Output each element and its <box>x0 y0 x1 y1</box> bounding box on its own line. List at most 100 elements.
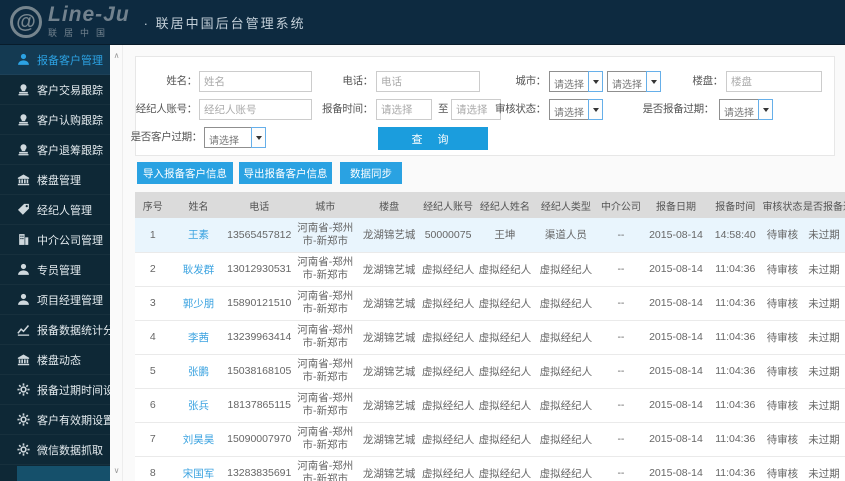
table-cell: 7 <box>135 422 171 457</box>
sidebar-item-8[interactable]: 专员管理 <box>0 255 110 285</box>
sidebar-item-13[interactable]: 客户有效期设置 <box>0 405 114 435</box>
table-cell: 18137865115 <box>226 388 292 423</box>
sidebar-item-12[interactable]: 报备过期时间设置 <box>0 375 125 405</box>
logo-brand-text: Line-Ju <box>48 3 130 26</box>
column-header: 经纪人姓名 <box>476 192 534 218</box>
phone-label: 电话： <box>342 75 373 87</box>
city-select[interactable]: 请选择 <box>607 71 661 92</box>
sidebar-item-3[interactable]: 客户认购跟踪 <box>0 105 110 135</box>
sidebar-item-4[interactable]: 客户退筹跟踪 <box>0 135 110 165</box>
sidebar-item-2[interactable]: 客户交易跟踪 <box>0 75 110 105</box>
table-cell: 未过期 <box>803 320 845 355</box>
customer-name-link[interactable]: 郭少朋 <box>170 286 227 321</box>
sidebar-scrollbar[interactable]: ∧ ∨ <box>110 45 123 481</box>
sidebar-item-14[interactable]: 微信数据抓取 <box>0 435 110 465</box>
table-cell: 河南省-郑州市-新郑市 <box>291 320 359 355</box>
customer-name-link[interactable]: 张鹏 <box>170 354 227 389</box>
sidebar-item-label: 楼盘管理 <box>37 174 81 187</box>
sidebar-item-11[interactable]: 楼盘动态 <box>0 345 110 375</box>
table-cell: 龙湖锦艺城 <box>358 388 420 423</box>
import-customers-button[interactable]: 导入报备客户信息 <box>137 162 233 184</box>
table-cell: 2015-08-14 <box>643 286 709 321</box>
table-cell: 龙湖锦艺城 <box>358 320 420 355</box>
gear-icon <box>17 383 30 396</box>
table-cell: 虚拟经纪人 <box>533 286 599 321</box>
table-cell: 15038168105 <box>226 354 292 389</box>
table-cell: 11:04:36 <box>708 354 762 389</box>
table-cell: 虚拟经纪人 <box>419 252 477 287</box>
customer-name-link[interactable]: 刘昊昊 <box>170 422 227 457</box>
customer-name-link[interactable]: 宋国军 <box>170 456 227 481</box>
chevron-down-icon[interactable] <box>588 71 603 92</box>
building-input[interactable] <box>726 71 822 92</box>
city-province-select[interactable]: 请选择 <box>549 71 603 92</box>
column-header: 审核状态 <box>761 192 804 218</box>
table-cell: 虚拟经纪人 <box>533 320 599 355</box>
table-cell: 虚拟经纪人 <box>419 286 477 321</box>
sidebar-item-label: 客户交易跟踪 <box>37 84 103 97</box>
audit-status-select[interactable]: 请选择 <box>549 99 603 120</box>
at-logo-icon: @ <box>10 6 42 38</box>
gear-icon <box>17 413 30 426</box>
table-row[interactable]: 8 宋国军 13283835691 河南省-郑州市-新郑市 龙湖锦艺城 虚拟经纪人 虚拟经纪… <box>135 456 845 481</box>
export-customers-button[interactable]: 导出报备客户信息 <box>239 162 332 184</box>
table-cell: 5 <box>135 354 171 389</box>
sidebar-item-label: 客户退筹跟踪 <box>37 144 103 157</box>
name-input[interactable] <box>199 71 312 92</box>
date-to-label: 至 <box>438 103 449 115</box>
table-cell: 虚拟经纪人 <box>419 320 477 355</box>
report-expired-select[interactable]: 请选择 <box>719 99 773 120</box>
gear-icon <box>17 443 30 456</box>
table-row[interactable]: 4 李茜 13239963414 河南省-郑州市-新郑市 龙湖锦艺城 虚拟经纪人 虚拟经纪人… <box>135 320 845 355</box>
table-cell: -- <box>598 218 644 253</box>
sidebar-item-1[interactable]: 报备客户管理 <box>0 45 110 75</box>
chevron-down-icon[interactable] <box>588 99 603 120</box>
table-row[interactable]: 1 王素 13565457812 河南省-郑州市-新郑市 龙湖锦艺城 50000075 王坤… <box>135 218 845 253</box>
table-row[interactable]: 7 刘昊昊 15090007970 河南省-郑州市-新郑市 龙湖锦艺城 虚拟经纪人 虚拟经纪… <box>135 422 845 457</box>
table-row[interactable]: 6 张兵 18137865115 河南省-郑州市-新郑市 龙湖锦艺城 虚拟经纪人 虚拟经纪人… <box>135 388 845 423</box>
scroll-up-icon[interactable]: ∧ <box>110 51 123 60</box>
customer-name-link[interactable]: 耿发群 <box>170 252 227 287</box>
chevron-down-icon[interactable] <box>758 99 773 120</box>
sidebar-item-6[interactable]: 经纪人管理 <box>0 195 110 225</box>
table-cell: 2015-08-14 <box>643 218 709 253</box>
sidebar-item-7[interactable]: 中介公司管理 <box>0 225 110 255</box>
table-row[interactable]: 5 张鹏 15038168105 河南省-郑州市-新郑市 龙湖锦艺城 虚拟经纪人 虚拟经纪人… <box>135 354 845 389</box>
logo-brand-subtext: 联居中国 <box>48 28 113 38</box>
table-cell: -- <box>598 354 644 389</box>
sidebar-item-5[interactable]: 楼盘管理 <box>0 165 110 195</box>
sidebar-item-10[interactable]: 报备数据统计分析 <box>0 315 125 345</box>
table-cell: 河南省-郑州市-新郑市 <box>291 422 359 457</box>
data-sync-button[interactable]: 数据同步 <box>340 162 402 184</box>
sidebar-item-label: 客户有效期设置 <box>37 414 114 427</box>
sidebar-item-9[interactable]: 项目经理管理 <box>0 285 110 315</box>
table-cell: 待审核 <box>761 456 804 481</box>
table-cell: -- <box>598 320 644 355</box>
agent-account-input[interactable] <box>199 99 312 120</box>
sidebar: 报备客户管理客户交易跟踪客户认购跟踪客户退筹跟踪 楼盘管理经纪人管理 中介公司管理专… <box>0 45 125 481</box>
phone-input[interactable] <box>376 71 480 92</box>
customer-name-link[interactable]: 张兵 <box>170 388 227 423</box>
table-row[interactable]: 2 耿发群 13012930531 河南省-郑州市-新郑市 龙湖锦艺城 虚拟经纪人 虚拟经纪… <box>135 252 845 287</box>
chevron-down-icon[interactable] <box>251 127 266 148</box>
page-title: · 联居中国后台管理系统 <box>143 15 306 31</box>
table-cell: 13565457812 <box>226 218 292 253</box>
query-button[interactable]: 查 询 <box>378 127 488 150</box>
sidebar-partial-item <box>17 466 110 481</box>
table-cell: 11:04:36 <box>708 286 762 321</box>
bank-icon <box>17 173 30 186</box>
agent-account-label: 经纪人账号： <box>135 103 198 115</box>
table-row[interactable]: 3 郭少朋 15890121510 河南省-郑州市-新郑市 龙湖锦艺城 虚拟经纪人 虚拟经纪… <box>135 286 845 321</box>
customer-expired-select[interactable]: 请选择 <box>204 127 266 148</box>
table-cell: 龙湖锦艺城 <box>358 456 420 481</box>
table-cell: 6 <box>135 388 171 423</box>
table-cell: 龙湖锦艺城 <box>358 354 420 389</box>
person-icon <box>17 53 30 66</box>
customer-name-link[interactable]: 王素 <box>170 218 227 253</box>
table-cell: 11:04:36 <box>708 388 762 423</box>
table-cell: 河南省-郑州市-新郑市 <box>291 286 359 321</box>
table-cell: 4 <box>135 320 171 355</box>
scroll-down-icon[interactable]: ∨ <box>110 466 123 475</box>
report-date-from-input[interactable] <box>376 99 432 120</box>
customer-name-link[interactable]: 李茜 <box>170 320 227 355</box>
